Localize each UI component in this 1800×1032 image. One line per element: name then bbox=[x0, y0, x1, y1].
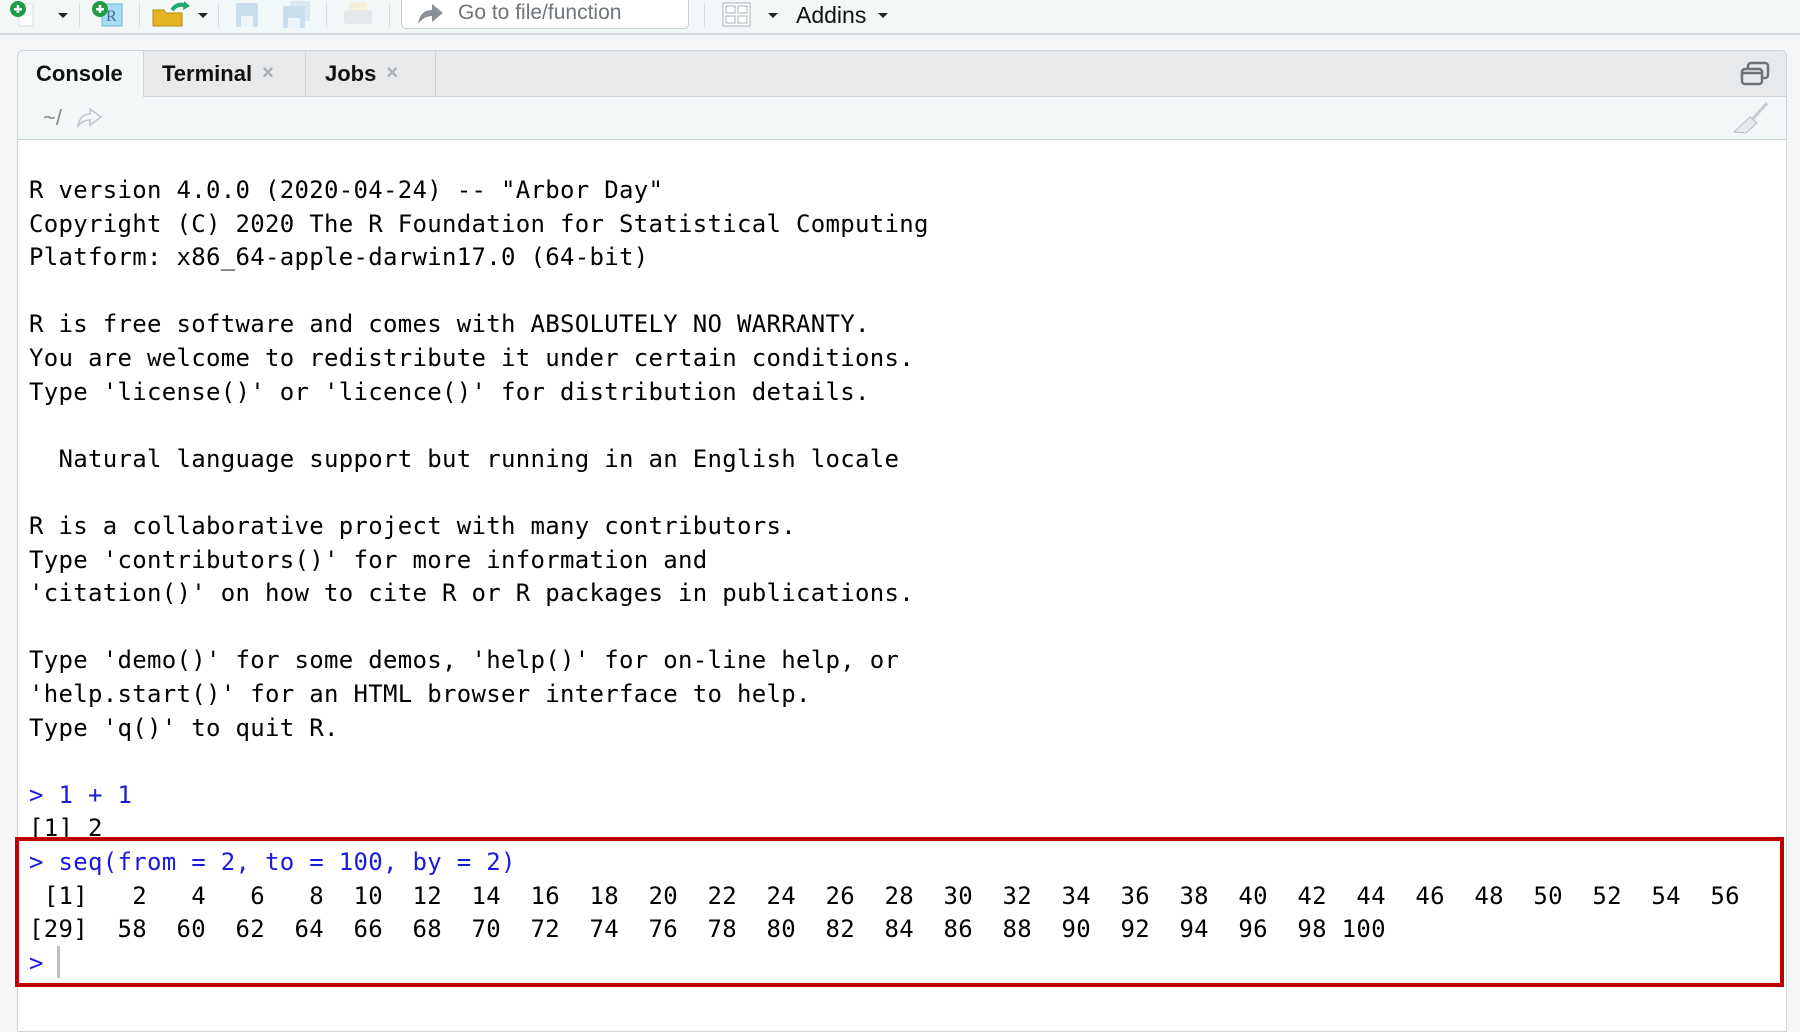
console-command-line: > 1 + 1 bbox=[29, 780, 133, 809]
console-banner-line: Copyright (C) 2020 The R Foundation for … bbox=[29, 209, 929, 238]
console-banner-line: Natural language support but running in … bbox=[29, 444, 900, 473]
new-project-button[interactable]: R bbox=[90, 0, 130, 30]
workspace-panes-dropdown[interactable] bbox=[768, 0, 778, 30]
tab-terminal[interactable]: Terminal × bbox=[144, 51, 306, 96]
addins-menu[interactable]: Addins bbox=[796, 0, 889, 30]
caret-down-icon bbox=[768, 12, 778, 18]
highlight-box bbox=[15, 837, 1784, 987]
tab-jobs[interactable]: Jobs × bbox=[306, 51, 436, 96]
caret-down-icon bbox=[878, 12, 889, 18]
save-all-icon bbox=[283, 1, 310, 28]
addins-label: Addins bbox=[796, 1, 867, 28]
save-icon bbox=[236, 3, 258, 27]
console-banner-line: 'citation()' on how to cite R or R packa… bbox=[29, 579, 914, 608]
open-file-dropdown[interactable] bbox=[198, 0, 208, 30]
console-banner-line: Type 'contributors()' for more informati… bbox=[29, 545, 708, 574]
text-cursor bbox=[57, 946, 60, 978]
close-terminal-icon[interactable]: × bbox=[262, 62, 274, 85]
console-banner-line: Type 'demo()' for some demos, 'help()' f… bbox=[29, 646, 900, 675]
go-to-directory-icon[interactable] bbox=[76, 106, 104, 128]
caret-down-icon bbox=[58, 12, 68, 18]
new-file-dropdown[interactable] bbox=[58, 0, 68, 30]
console-banner-line: Type 'q()' to quit R. bbox=[29, 713, 339, 742]
print-icon bbox=[344, 2, 372, 24]
console-banner-line: R is a collaborative project with many c… bbox=[29, 512, 796, 540]
new-file-button[interactable] bbox=[8, 0, 38, 30]
go-to-arrow-icon bbox=[418, 4, 443, 24]
working-directory-bar: ~/ bbox=[18, 97, 1786, 140]
tab-terminal-label: Terminal bbox=[162, 60, 253, 86]
tab-console-label: Console bbox=[36, 61, 123, 86]
workspace-panes-icon bbox=[722, 2, 751, 27]
print-button[interactable] bbox=[342, 0, 374, 30]
workspace-panes-button[interactable] bbox=[722, 0, 752, 30]
console-banner-line: You are welcome to redistribute it under… bbox=[29, 344, 914, 372]
working-directory-path[interactable]: ~/ bbox=[43, 105, 62, 131]
open-file-button[interactable] bbox=[150, 0, 192, 30]
console-banner-line: Type 'license()' or 'licence()' for dist… bbox=[29, 377, 870, 406]
new-file-icon bbox=[10, 1, 34, 27]
maximize-pane-icon bbox=[1740, 61, 1770, 86]
main-toolbar: R Go to file/function Addins bbox=[0, 0, 1800, 35]
console-banner-line: Platform: x86_64-apple-darwin17.0 (64-bi… bbox=[29, 243, 649, 272]
tab-jobs-label: Jobs bbox=[325, 60, 377, 86]
maximize-pane-button[interactable] bbox=[1740, 61, 1770, 92]
save-all-button[interactable] bbox=[280, 0, 314, 30]
go-to-file-function-placeholder: Go to file/function bbox=[458, 0, 622, 24]
close-jobs-icon[interactable]: × bbox=[386, 62, 398, 85]
tab-console[interactable]: Console bbox=[18, 51, 144, 97]
pane-tab-bar: Console Terminal × Jobs × bbox=[18, 51, 1786, 97]
new-project-icon: R bbox=[92, 1, 123, 27]
caret-down-icon bbox=[198, 12, 208, 18]
save-button[interactable] bbox=[233, 0, 263, 30]
console-banner-line: R is free software and comes with ABSOLU… bbox=[29, 310, 870, 339]
clear-console-broom-icon[interactable] bbox=[1730, 101, 1770, 135]
open-file-icon bbox=[152, 1, 190, 27]
console-banner-line: R version 4.0.0 (2020-04-24) -- "Arbor D… bbox=[29, 176, 664, 204]
go-to-file-function-input[interactable]: Go to file/function bbox=[401, 0, 689, 29]
console-banner-line: 'help.start()' for an HTML browser inter… bbox=[29, 680, 811, 708]
